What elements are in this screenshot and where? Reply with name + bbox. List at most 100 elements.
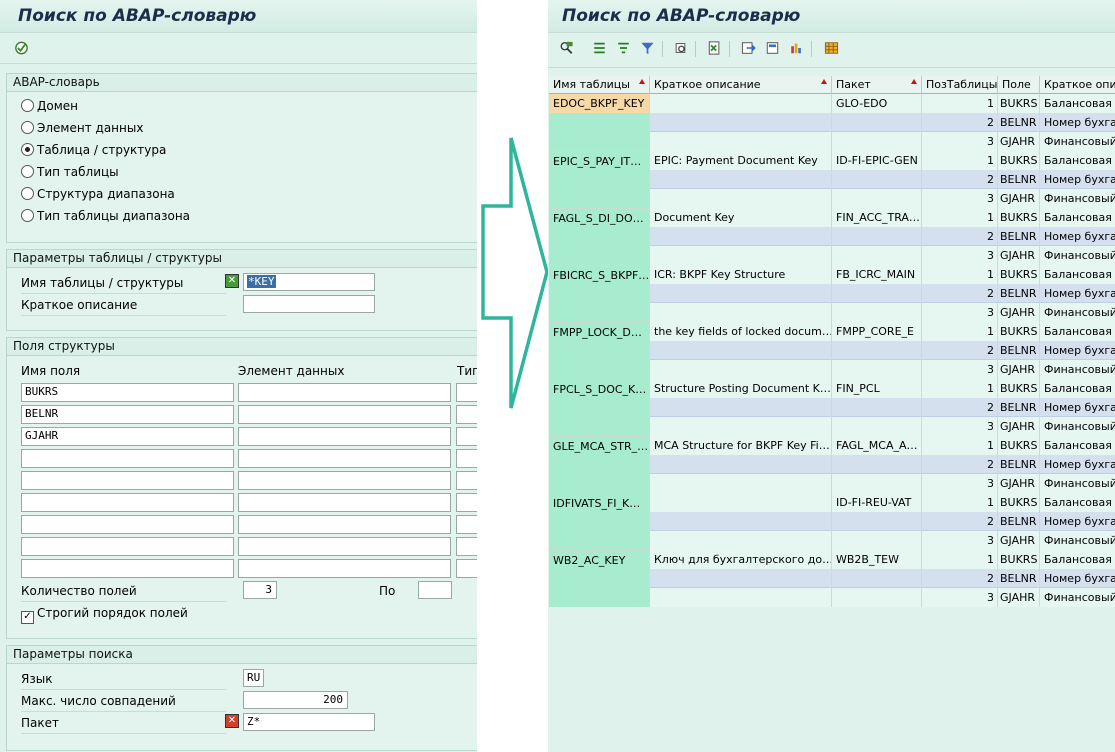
cell-field[interactable]: BELNR	[998, 455, 1040, 474]
sort-descending-icon[interactable]	[616, 41, 631, 55]
cell-package[interactable]	[832, 303, 922, 322]
cell-short-desc[interactable]	[650, 588, 832, 607]
cell-table-name-empty[interactable]	[549, 189, 650, 208]
cell-field-desc[interactable]: Балансовая	[1040, 436, 1115, 455]
cell-table-name[interactable]: EDOC_BKPF_KEY	[549, 94, 650, 113]
cell-table-pos[interactable]: 3	[922, 246, 998, 265]
cell-table-pos[interactable]: 2	[922, 512, 998, 531]
cell-table-pos[interactable]: 1	[922, 265, 998, 284]
cell-short-desc[interactable]	[650, 284, 832, 303]
cell-table-name-empty[interactable]	[549, 569, 650, 588]
radio-table-type[interactable]: Тип таблицы	[21, 163, 119, 181]
cell-field-desc[interactable]: Номер бухга	[1040, 512, 1115, 531]
cell-package[interactable]	[832, 512, 922, 531]
cell-table-pos[interactable]: 1	[922, 94, 998, 113]
cell-field-desc[interactable]: Номер бухга	[1040, 569, 1115, 588]
cell-field[interactable]: GJAHR	[998, 246, 1040, 265]
type-input[interactable]	[456, 383, 477, 402]
cell-short-desc[interactable]	[650, 246, 832, 265]
cell-field-desc[interactable]: Финансовый	[1040, 417, 1115, 436]
exclude-selection-icon[interactable]: ✕	[225, 714, 239, 728]
cell-package[interactable]: ID-FI-EPIC-GEN	[832, 151, 922, 170]
layout-icon[interactable]	[765, 41, 780, 55]
cell-short-desc[interactable]	[650, 227, 832, 246]
cell-package[interactable]	[832, 113, 922, 132]
header-package[interactable]: Пакет	[832, 76, 922, 94]
details-icon[interactable]	[559, 41, 574, 55]
cell-package[interactable]: FIN_ACC_TRA…	[832, 208, 922, 227]
cell-package[interactable]	[832, 398, 922, 417]
cell-short-desc[interactable]: MCA Structure for BKPF Key Fi…	[650, 436, 832, 455]
package-input[interactable]: Z*	[243, 713, 375, 731]
cell-field[interactable]: GJAHR	[998, 189, 1040, 208]
filter-icon[interactable]	[640, 41, 655, 55]
cell-table-pos[interactable]: 1	[922, 436, 998, 455]
cell-short-desc[interactable]: Document Key	[650, 208, 832, 227]
field-name-input[interactable]	[21, 515, 234, 534]
cell-table-name[interactable]: FAGL_S_DI_DO…	[549, 208, 650, 227]
header-field[interactable]: Поле	[998, 76, 1040, 94]
cell-table-name-empty[interactable]	[549, 512, 650, 531]
cell-table-pos[interactable]: 2	[922, 113, 998, 132]
cell-table-pos[interactable]: 3	[922, 360, 998, 379]
cell-field[interactable]: GJAHR	[998, 360, 1040, 379]
cell-field-desc[interactable]: Номер бухга	[1040, 113, 1115, 132]
execute-icon[interactable]	[14, 41, 29, 55]
cell-short-desc[interactable]	[650, 303, 832, 322]
language-input[interactable]: RU	[243, 669, 264, 687]
radio-button[interactable]	[21, 209, 34, 222]
cell-table-pos[interactable]: 1	[922, 379, 998, 398]
cell-field-desc[interactable]: Балансовая	[1040, 322, 1115, 341]
cell-package[interactable]	[832, 246, 922, 265]
short-desc-input[interactable]	[243, 295, 375, 313]
cell-table-pos[interactable]: 1	[922, 208, 998, 227]
cell-package[interactable]	[832, 474, 922, 493]
cell-short-desc[interactable]	[650, 341, 832, 360]
cell-table-name-empty[interactable]	[549, 360, 650, 379]
cell-table-pos[interactable]: 2	[922, 170, 998, 189]
cell-field-desc[interactable]: Балансовая	[1040, 493, 1115, 512]
data-element-input[interactable]	[238, 383, 451, 402]
cell-field[interactable]: BELNR	[998, 398, 1040, 417]
grid-view-icon[interactable]	[824, 41, 839, 55]
cell-package[interactable]	[832, 284, 922, 303]
header-table-pos[interactable]: ПозТаблицы	[922, 76, 998, 94]
include-selection-icon[interactable]: ✕	[225, 274, 239, 288]
cell-short-desc[interactable]: the key fields of locked docum…	[650, 322, 832, 341]
cell-table-name-empty[interactable]	[549, 398, 650, 417]
cell-field[interactable]: BUKRS	[998, 493, 1040, 512]
cell-short-desc[interactable]	[650, 531, 832, 550]
cell-field[interactable]: BUKRS	[998, 151, 1040, 170]
sort-ascending-icon[interactable]	[592, 41, 607, 55]
cell-field-desc[interactable]: Финансовый	[1040, 189, 1115, 208]
cell-table-pos[interactable]: 3	[922, 189, 998, 208]
type-input[interactable]	[456, 449, 477, 468]
cell-field-desc[interactable]: Балансовая	[1040, 151, 1115, 170]
spreadsheet-export-icon[interactable]	[707, 41, 722, 55]
max-hits-input[interactable]: 200	[243, 691, 348, 709]
cell-table-pos[interactable]: 2	[922, 284, 998, 303]
cell-table-name-empty[interactable]	[549, 341, 650, 360]
cell-field[interactable]: GJAHR	[998, 588, 1040, 607]
cell-table-name-empty[interactable]	[549, 474, 650, 493]
type-input[interactable]	[456, 427, 477, 446]
radio-button[interactable]	[21, 99, 34, 112]
cell-short-desc[interactable]	[650, 512, 832, 531]
cell-package[interactable]: FIN_PCL	[832, 379, 922, 398]
type-input[interactable]	[456, 471, 477, 490]
cell-table-name[interactable]: FBICRC_S_BKPF…	[549, 265, 650, 284]
cell-table-pos[interactable]: 1	[922, 322, 998, 341]
cell-field[interactable]: BUKRS	[998, 265, 1040, 284]
cell-field-desc[interactable]: Балансовая	[1040, 94, 1115, 113]
cell-table-name-empty[interactable]	[549, 588, 650, 607]
cell-field[interactable]: GJAHR	[998, 132, 1040, 151]
type-input[interactable]	[456, 559, 477, 578]
cell-table-pos[interactable]: 2	[922, 569, 998, 588]
cell-field-desc[interactable]: Номер бухга	[1040, 455, 1115, 474]
cell-field-desc[interactable]: Номер бухга	[1040, 341, 1115, 360]
cell-field[interactable]: BELNR	[998, 341, 1040, 360]
cell-field[interactable]: BUKRS	[998, 322, 1040, 341]
cell-field[interactable]: BELNR	[998, 113, 1040, 132]
cell-table-name-empty[interactable]	[549, 246, 650, 265]
cell-short-desc[interactable]	[650, 569, 832, 588]
